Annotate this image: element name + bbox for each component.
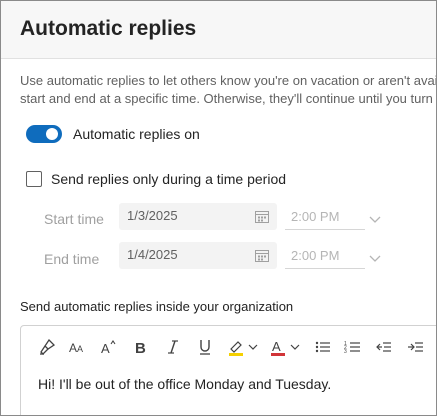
formatting-toolbar: AA A B A 123: [21, 326, 436, 368]
svg-text:A: A: [101, 341, 110, 356]
end-time-value: 2:00 PM: [291, 248, 340, 263]
font-size-icon[interactable]: AA: [67, 337, 87, 357]
end-date-value: 1/4/2025: [127, 247, 178, 262]
svg-text:B: B: [135, 340, 146, 356]
end-time-underline: [285, 268, 365, 269]
underline-icon[interactable]: [195, 337, 215, 357]
end-time-label: End time: [44, 251, 100, 267]
header-divider: [1, 58, 436, 59]
chevron-down-icon[interactable]: [369, 250, 381, 268]
start-date-field[interactable]: 1/3/2025: [119, 203, 277, 230]
svg-text:A: A: [272, 339, 281, 354]
reply-message-text[interactable]: Hi! I'll be out of the office Monday and…: [38, 376, 331, 392]
numbering-icon[interactable]: 123: [343, 337, 363, 357]
panel-title: Automatic replies: [20, 17, 197, 40]
description-line-1: Use automatic replies to let others know…: [20, 73, 437, 88]
toggle-knob: [46, 128, 58, 140]
end-time-dropdown[interactable]: 2:00 PM: [285, 242, 381, 269]
increase-indent-icon[interactable]: [405, 337, 425, 357]
bullets-icon[interactable]: [313, 337, 333, 357]
highlight-icon[interactable]: [227, 337, 261, 357]
bold-icon[interactable]: B: [131, 337, 151, 357]
start-time-underline: [285, 229, 365, 230]
svg-text:3: 3: [344, 349, 347, 355]
font-color-icon[interactable]: A: [269, 337, 303, 357]
format-painter-icon[interactable]: [37, 337, 57, 357]
start-time-label: Start time: [44, 211, 104, 227]
svg-text:A: A: [77, 344, 83, 354]
calendar-icon[interactable]: [255, 210, 269, 228]
grow-font-icon[interactable]: A: [99, 337, 119, 357]
automatic-replies-toggle[interactable]: [26, 125, 62, 143]
end-date-field[interactable]: 1/4/2025: [119, 242, 277, 269]
reply-editor[interactable]: AA A B A 123 Hi! I'll be out of the offi…: [20, 325, 436, 415]
chevron-down-icon[interactable]: [369, 211, 381, 229]
time-period-checkbox[interactable]: [26, 171, 42, 187]
description-line-2: start and end at a specific time. Otherw…: [20, 91, 437, 106]
decrease-indent-icon[interactable]: [373, 337, 393, 357]
automatic-replies-panel: Automatic replies Use automatic replies …: [0, 0, 437, 416]
panel-header: Automatic replies: [1, 1, 436, 58]
inside-org-label: Send automatic replies inside your organ…: [20, 299, 294, 314]
calendar-icon[interactable]: [255, 249, 269, 267]
description: Use automatic replies to let others know…: [20, 72, 437, 108]
start-time-dropdown[interactable]: 2:00 PM: [285, 203, 381, 230]
start-date-value: 1/3/2025: [127, 208, 178, 223]
toggle-label: Automatic replies on: [73, 126, 200, 142]
time-period-checkbox-label[interactable]: Send replies only during a time period: [51, 171, 286, 187]
svg-text:A: A: [69, 341, 77, 355]
start-time-value: 2:00 PM: [291, 209, 340, 224]
italic-icon[interactable]: [163, 337, 183, 357]
